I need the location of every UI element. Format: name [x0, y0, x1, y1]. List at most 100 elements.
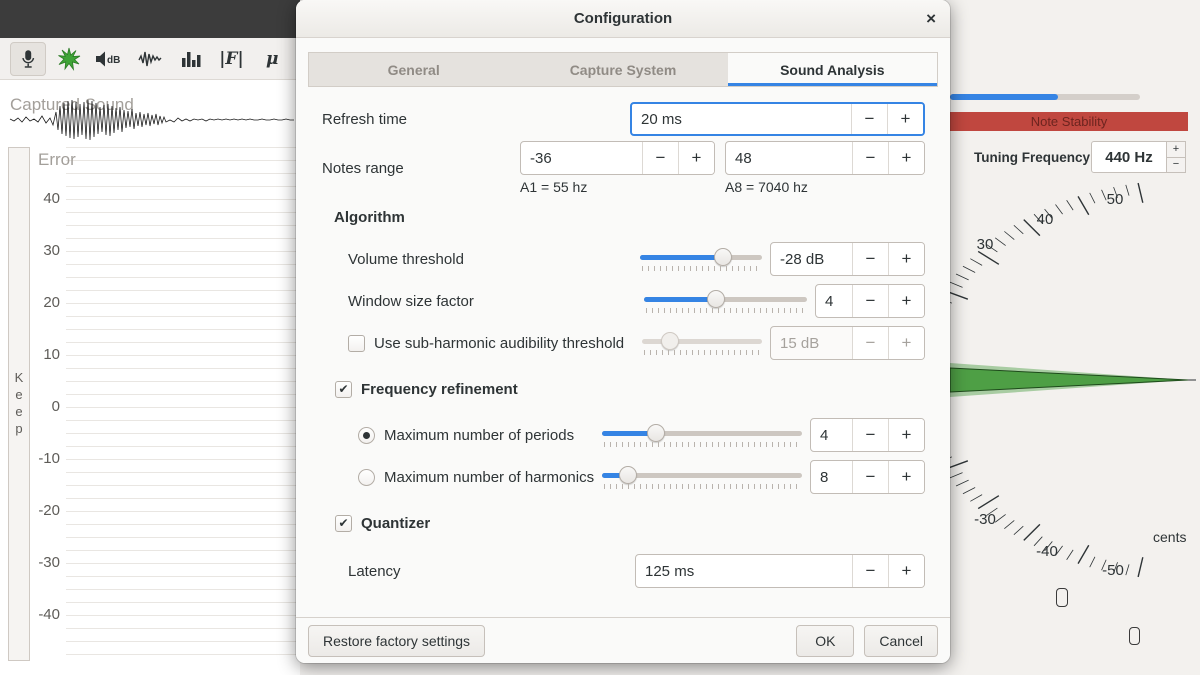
latency-row: Latency 125 ms − + [322, 553, 925, 589]
window-size-slider[interactable] [644, 288, 807, 314]
notes-max-hint: A8 = 7040 hz [725, 179, 808, 195]
algorithm-heading: Algorithm [334, 209, 405, 226]
subharmonic-spinbutton: 15 dB − + [770, 326, 925, 360]
lingot-logo-icon [57, 47, 81, 71]
decibel-view-button[interactable]: dB [91, 42, 127, 76]
frequency-refinement-heading-row: ✔ Frequency refinement [322, 379, 925, 399]
restore-factory-settings-button[interactable]: Restore factory settings [308, 625, 485, 657]
slider-thumb[interactable] [647, 424, 665, 442]
volume-decrement-button[interactable]: − [852, 243, 888, 275]
fourier-view-button[interactable]: |F| [214, 42, 250, 76]
max-periods-spinbutton: 4 − + [810, 418, 925, 452]
tuning-decrement-button[interactable]: − [1167, 158, 1186, 174]
waveform-view-button[interactable] [132, 42, 168, 76]
volume-increment-button[interactable]: + [888, 243, 924, 275]
notes-range-row: Notes range -36 − + 48 − + [322, 141, 925, 195]
notes-max-increment-button[interactable]: + [888, 142, 924, 174]
slider-thumb[interactable] [714, 248, 732, 266]
slider-fill [640, 255, 723, 260]
dialog-titlebar: Configuration × [296, 0, 950, 38]
spectrum-view-button[interactable] [173, 42, 209, 76]
slider-marks [644, 350, 760, 355]
volume-threshold-spinbutton: -28 dB − + [770, 242, 925, 276]
subharmonic-increment-button: + [888, 327, 924, 359]
harmonics-increment-button[interactable]: + [888, 461, 924, 493]
error-chart-gridlines [66, 147, 296, 661]
tab-sound-analysis[interactable]: Sound Analysis [728, 53, 937, 86]
refresh-time-decrement-button[interactable]: − [851, 104, 887, 134]
volume-threshold-slider[interactable] [640, 246, 762, 272]
mu-view-button[interactable]: μ [254, 42, 290, 76]
max-periods-value[interactable]: 4 [811, 419, 852, 451]
frequency-refinement-heading[interactable]: Frequency refinement [361, 381, 518, 398]
gauge-tick-label: -50 [1098, 562, 1128, 579]
notes-min-increment-button[interactable]: + [678, 142, 714, 174]
slider-track[interactable] [602, 431, 802, 436]
max-periods-radio[interactable] [358, 427, 375, 444]
max-harmonics-value[interactable]: 8 [811, 461, 852, 493]
notes-min-decrement-button[interactable]: − [642, 142, 678, 174]
harmonics-decrement-button[interactable]: − [852, 461, 888, 493]
tab-capture-system[interactable]: Capture System [518, 53, 727, 86]
keep-label: Keep [12, 370, 27, 438]
max-harmonics-radio[interactable] [358, 469, 375, 486]
max-periods-radio-group: Maximum number of periods [358, 427, 574, 444]
slider-marks [646, 308, 805, 313]
window-size-value[interactable]: 4 [816, 285, 852, 317]
volume-threshold-row: Volume threshold -28 dB − + [322, 241, 925, 277]
window-decrement-button[interactable]: − [852, 285, 888, 317]
max-harmonics-label[interactable]: Maximum number of harmonics [384, 469, 594, 486]
periods-decrement-button[interactable]: − [852, 419, 888, 451]
volume-threshold-controls: -28 dB − + [640, 242, 925, 276]
slider-thumb[interactable] [707, 290, 725, 308]
slider-thumb[interactable] [619, 466, 637, 484]
latency-increment-button[interactable]: + [888, 555, 924, 587]
refresh-time-spinbutton: 20 ms − + [630, 102, 925, 136]
quantizer-checkbox[interactable]: ✔ [335, 515, 352, 532]
screen: dB |F| μ Captured Sound [0, 0, 1200, 675]
refresh-time-increment-button[interactable]: + [887, 104, 923, 134]
max-harmonics-controls: 8 − + [602, 460, 925, 494]
gauge-tick-label: -30 [970, 511, 1000, 528]
cancel-button[interactable]: Cancel [864, 625, 938, 657]
cents-unit-label: cents [1153, 529, 1186, 545]
refresh-time-value[interactable]: 20 ms [632, 104, 851, 134]
quantizer-heading[interactable]: Quantizer [361, 515, 430, 532]
notes-range-controls: -36 − + 48 − + A1 = 55 hz A8 = 7040 hz [520, 141, 925, 195]
microphone-icon [17, 48, 39, 70]
notes-range-min-value[interactable]: -36 [521, 142, 642, 174]
max-harmonics-spinbutton: 8 − + [810, 460, 925, 494]
slider-track[interactable] [640, 255, 762, 260]
notes-range-max-value[interactable]: 48 [726, 142, 852, 174]
tuning-frequency-value[interactable]: 440 Hz [1091, 141, 1167, 173]
histogram-icon [179, 47, 203, 71]
notes-max-decrement-button[interactable]: − [852, 142, 888, 174]
volume-threshold-value[interactable]: -28 dB [771, 243, 852, 275]
max-periods-label[interactable]: Maximum number of periods [384, 427, 574, 444]
latency-decrement-button[interactable]: − [852, 555, 888, 587]
microphone-button[interactable] [10, 42, 46, 76]
subharmonic-checkbox[interactable] [348, 335, 365, 352]
slider-thumb [661, 332, 679, 350]
subharmonic-row: Use sub-harmonic audibility threshold 15… [322, 325, 925, 361]
max-harmonics-slider[interactable] [602, 464, 802, 490]
keep-pane-handle[interactable]: Keep [8, 147, 30, 661]
frequency-refinement-checkbox[interactable]: ✔ [335, 381, 352, 398]
tuning-increment-button[interactable]: + [1167, 141, 1186, 158]
tab-general[interactable]: General [309, 53, 518, 86]
slider-marks [604, 442, 800, 447]
slider-track[interactable] [644, 297, 807, 302]
app-logo-button[interactable] [51, 42, 87, 76]
max-periods-slider[interactable] [602, 422, 802, 448]
periods-increment-button[interactable]: + [888, 419, 924, 451]
volume-threshold-label: Volume threshold [348, 251, 464, 268]
latency-label: Latency [348, 563, 401, 580]
window-increment-button[interactable]: + [888, 285, 924, 317]
subharmonic-label[interactable]: Use sub-harmonic audibility threshold [374, 335, 624, 352]
slider-fill [644, 297, 716, 302]
latency-value[interactable]: 125 ms [636, 555, 852, 587]
speaker-db-icon: dB [94, 47, 124, 71]
ok-button[interactable]: OK [796, 625, 854, 657]
close-icon[interactable]: × [926, 0, 936, 38]
level-progressbar [950, 94, 1140, 100]
